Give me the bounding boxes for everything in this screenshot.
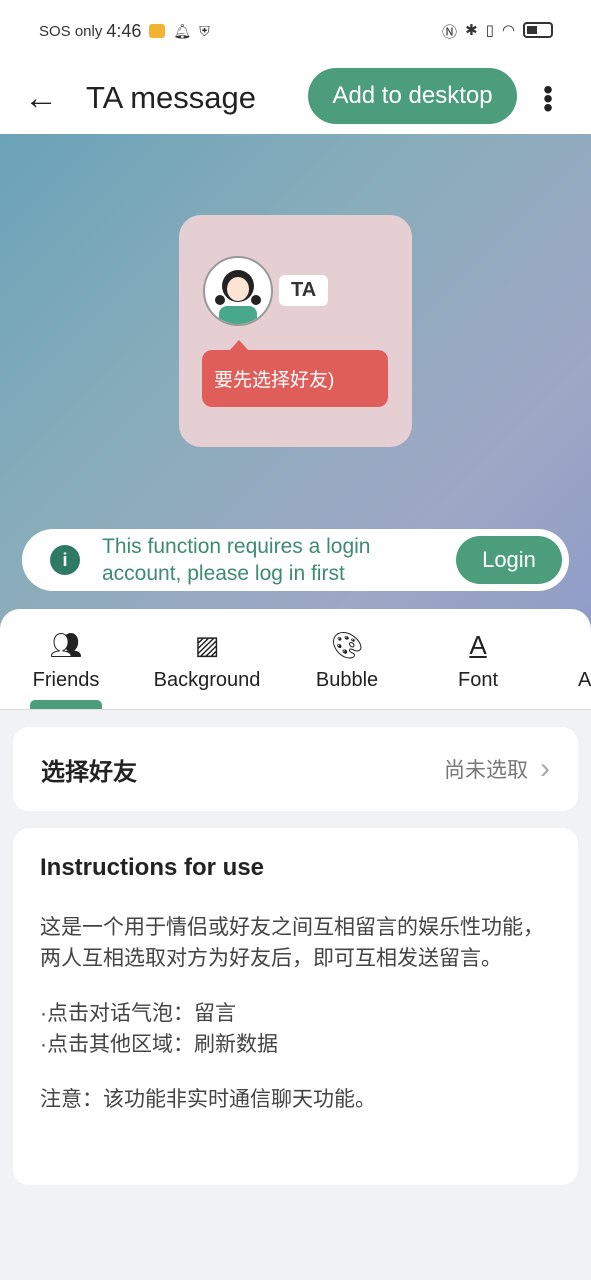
app-bar: ← TA message Add to desktop • • •	[0, 62, 591, 134]
instructions-text: 这是一个用于情侣或好友之间互相留言的娱乐性功能，两人互相选取对方为好友后，即可互…	[40, 916, 544, 970]
login-message-line2: account, please log in first	[102, 562, 345, 585]
chevron-right-icon: ›	[540, 752, 550, 785]
friend-name-label: TA	[279, 275, 329, 306]
page-title: TA message	[86, 80, 257, 115]
preview-area[interactable]: TA 要先选择好友) i This function requires a lo…	[0, 134, 591, 634]
instruction-tap-bubble: ·点击对话气泡：留言	[40, 1002, 236, 1025]
nfc-icon: Ⓝ	[442, 23, 458, 41]
bell-icon: 🔔︎	[173, 22, 192, 39]
tab-label: Bubble	[315, 669, 379, 691]
tab-bubble[interactable]: 🎨︎ Bubble	[312, 629, 382, 692]
add-to-desktop-button[interactable]: Add to desktop	[308, 68, 517, 124]
active-tab-indicator	[30, 700, 102, 709]
message-bubble[interactable]: 要先选择好友)	[202, 350, 388, 407]
login-message: This function requires a login account, p…	[102, 533, 370, 587]
status-bar: SOS only 4:46 🔔︎ ⛨ Ⓝ ✱ ▯ ◠	[0, 0, 591, 62]
shield-icon: ⛨	[199, 22, 210, 39]
info-icon: i	[50, 545, 80, 575]
notification-icon	[149, 24, 166, 38]
tab-label: A	[578, 669, 591, 691]
instructions-note: 注意：该功能非实时通信聊天功能。	[40, 1088, 376, 1111]
login-button[interactable]: Login	[456, 536, 562, 584]
tab-friends[interactable]: 👥︎ Friends	[30, 629, 102, 692]
widget-preview[interactable]: TA 要先选择好友)	[179, 215, 412, 447]
tab-bar: 👥︎ Friends ▨ Background 🎨︎ Bubble A Font A	[0, 609, 591, 710]
instructions-card: Instructions for use 这是一个用于情侣或好友之间互相留言的娱…	[13, 828, 578, 1185]
tab-label: Friends	[32, 669, 100, 691]
instructions-actions: ·点击对话气泡：留言 ·点击其他区域：刷新数据	[40, 998, 551, 1060]
clock: 4:46	[106, 20, 142, 41]
instructions-title: Instructions for use	[40, 854, 265, 881]
background-icon: ▨	[194, 630, 220, 660]
login-banner: i This function requires a login account,…	[22, 529, 569, 591]
tab-more[interactable]: A	[578, 629, 591, 692]
vibrate-icon: ▯	[485, 21, 494, 39]
more-options-icon[interactable]: • • •	[540, 75, 556, 121]
battery-icon	[523, 21, 553, 38]
login-message-line1: This function requires a login	[102, 535, 371, 558]
back-arrow-icon[interactable]: ←	[24, 79, 58, 118]
instruction-tap-other: ·点击其他区域：刷新数据	[40, 1033, 278, 1056]
tab-label: Font	[457, 669, 499, 691]
tab-font[interactable]: A Font	[455, 629, 501, 692]
wifi-icon: ◠	[501, 21, 515, 39]
select-friend-row[interactable]: 选择好友 尚未选取 ›	[13, 727, 578, 811]
font-icon: A	[469, 630, 487, 660]
palette-icon: 🎨︎	[330, 630, 364, 660]
tab-label: Background	[153, 669, 261, 691]
select-friend-value: 尚未选取	[444, 759, 528, 782]
bluetooth-icon: ✱	[465, 21, 478, 39]
friends-icon: 👥︎	[49, 630, 83, 660]
tab-background[interactable]: ▨ Background	[150, 629, 264, 692]
carrier-text: SOS only	[39, 22, 103, 40]
select-friend-label: 选择好友	[41, 758, 137, 786]
avatar	[203, 256, 273, 326]
